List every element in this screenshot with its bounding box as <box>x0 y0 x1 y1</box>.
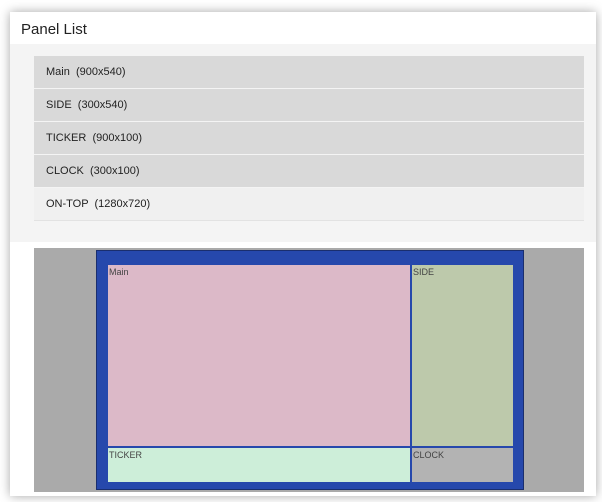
panel-item-side[interactable]: SIDE (300x540) <box>34 89 584 121</box>
window-title: Panel List <box>21 21 87 38</box>
panel-list-window: Panel List Main (900x540) SIDE (300x540)… <box>10 12 596 496</box>
region-clock-label: CLOCK <box>413 450 445 460</box>
panel-list: Main (900x540) SIDE (300x540) TICKER (90… <box>34 56 584 222</box>
panel-item-clock[interactable]: CLOCK (300x100) <box>34 155 584 187</box>
panel-item-on-top[interactable]: ON-TOP (1280x720) <box>34 188 584 221</box>
region-main-label: Main <box>109 267 129 277</box>
screen-canvas: Main SIDE TICKER CLOCK <box>96 250 524 490</box>
region-side-label: SIDE <box>413 267 435 277</box>
region-ticker-label: TICKER <box>109 450 143 460</box>
region-side[interactable]: SIDE <box>412 265 513 446</box>
panel-list-area: Main (900x540) SIDE (300x540) TICKER (90… <box>10 44 596 242</box>
layout-preview: Main SIDE TICKER CLOCK <box>34 248 584 492</box>
panel-item-ticker[interactable]: TICKER (900x100) <box>34 122 584 154</box>
region-ticker[interactable]: TICKER <box>108 448 410 482</box>
window-title-bar: Panel List <box>10 12 596 44</box>
panel-item-main[interactable]: Main (900x540) <box>34 56 584 88</box>
region-clock[interactable]: CLOCK <box>412 448 513 482</box>
region-main[interactable]: Main <box>108 265 410 446</box>
